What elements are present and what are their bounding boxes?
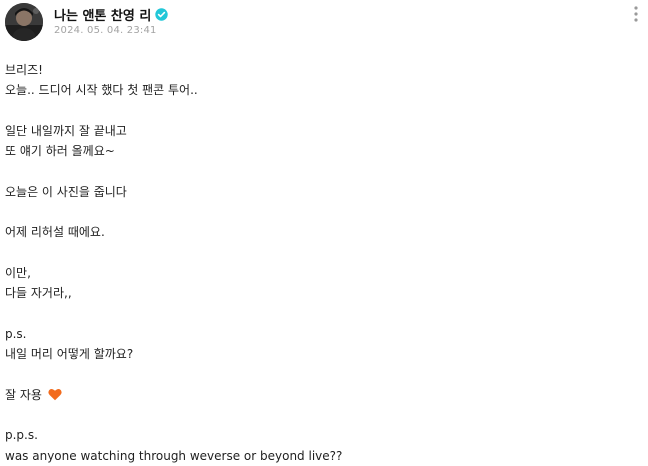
post-line: 내일 머리 어떻게 할까요? [5, 347, 134, 362]
post-line-blank [5, 304, 625, 324]
more-vertical-icon [634, 6, 638, 22]
verified-badge-icon [155, 8, 169, 21]
post-line-text: 잘 자용 [5, 387, 42, 402]
post-line-blank [5, 101, 625, 121]
post-timestamp: 2024. 05. 04. 23:41 [54, 25, 157, 36]
post-line: p.p.s. [5, 428, 38, 443]
post-line: was anyone watching through weverse or b… [5, 448, 343, 463]
post-line-blank [5, 202, 625, 222]
post-line-blank [5, 243, 625, 263]
post-line-blank [5, 364, 625, 384]
author-avatar[interactable] [5, 3, 43, 41]
post-card: 나는 앤톤 찬영 리 2024. 05. 04. 23:41 브리즈! 오늘..… [0, 0, 648, 463]
post-line-blank [5, 161, 625, 181]
post-line: 오늘은 이 사진을 줍니다 [5, 184, 127, 199]
author-name-text[interactable]: 나는 앤톤 찬영 리 [54, 5, 151, 24]
author-name[interactable]: 나는 앤톤 찬영 리 [54, 5, 169, 24]
post-line-blank [5, 405, 625, 425]
post-line: p.s. [5, 326, 27, 341]
post-line: 이만, [5, 265, 31, 280]
post-line: 오늘.. 드디어 시작 했다 첫 팬콘 투어.. [5, 83, 198, 98]
post-line: 일단 내일까지 잘 끝내고 [5, 123, 127, 138]
post-body: 브리즈! 오늘.. 드디어 시작 했다 첫 팬콘 투어.. 일단 내일까지 잘 … [5, 60, 625, 466]
orange-heart-icon [48, 387, 62, 407]
post-line: 브리즈! [5, 63, 43, 77]
post-line: 다들 자거라,, [5, 286, 72, 301]
more-options-button[interactable] [628, 4, 644, 24]
post-line-with-heart: 잘 자용 [5, 385, 625, 405]
post-line: 어제 리허설 때에요. [5, 225, 105, 240]
post-line: 또 얘기 하러 올께요~ [5, 144, 115, 159]
